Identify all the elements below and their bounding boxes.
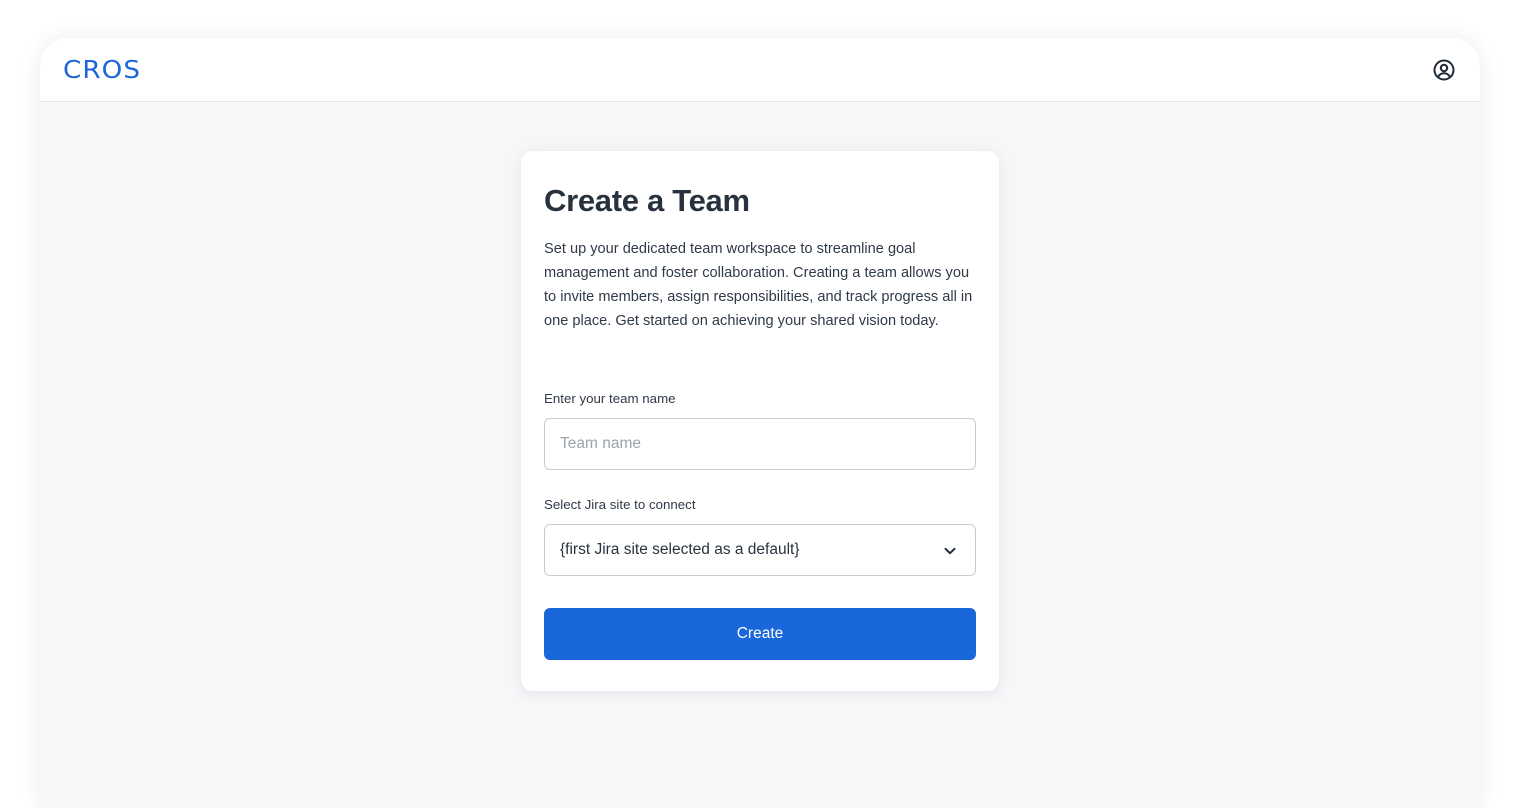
app-logo[interactable]: CROS bbox=[63, 55, 141, 84]
chevron-down-icon bbox=[943, 544, 957, 558]
create-button[interactable]: Create bbox=[544, 608, 976, 660]
jira-site-selected-value: {first Jira site selected as a default} bbox=[560, 541, 800, 558]
jira-site-label: Select Jira site to connect bbox=[544, 497, 696, 512]
account-button[interactable] bbox=[1432, 58, 1456, 82]
top-navigation-bar: CROS bbox=[40, 38, 1480, 102]
team-name-label: Enter your team name bbox=[544, 391, 676, 406]
jira-site-select[interactable]: {first Jira site selected as a default} bbox=[544, 524, 976, 576]
team-name-input[interactable] bbox=[544, 418, 976, 470]
page-title: Create a Team bbox=[544, 183, 750, 218]
create-team-card: Create a Team Set up your dedicated team… bbox=[521, 151, 999, 691]
app-window: CROS Create a Team Set up your dedicated… bbox=[40, 38, 1480, 808]
page-description: Set up your dedicated team workspace to … bbox=[544, 241, 973, 329]
user-circle-icon bbox=[1432, 58, 1456, 82]
